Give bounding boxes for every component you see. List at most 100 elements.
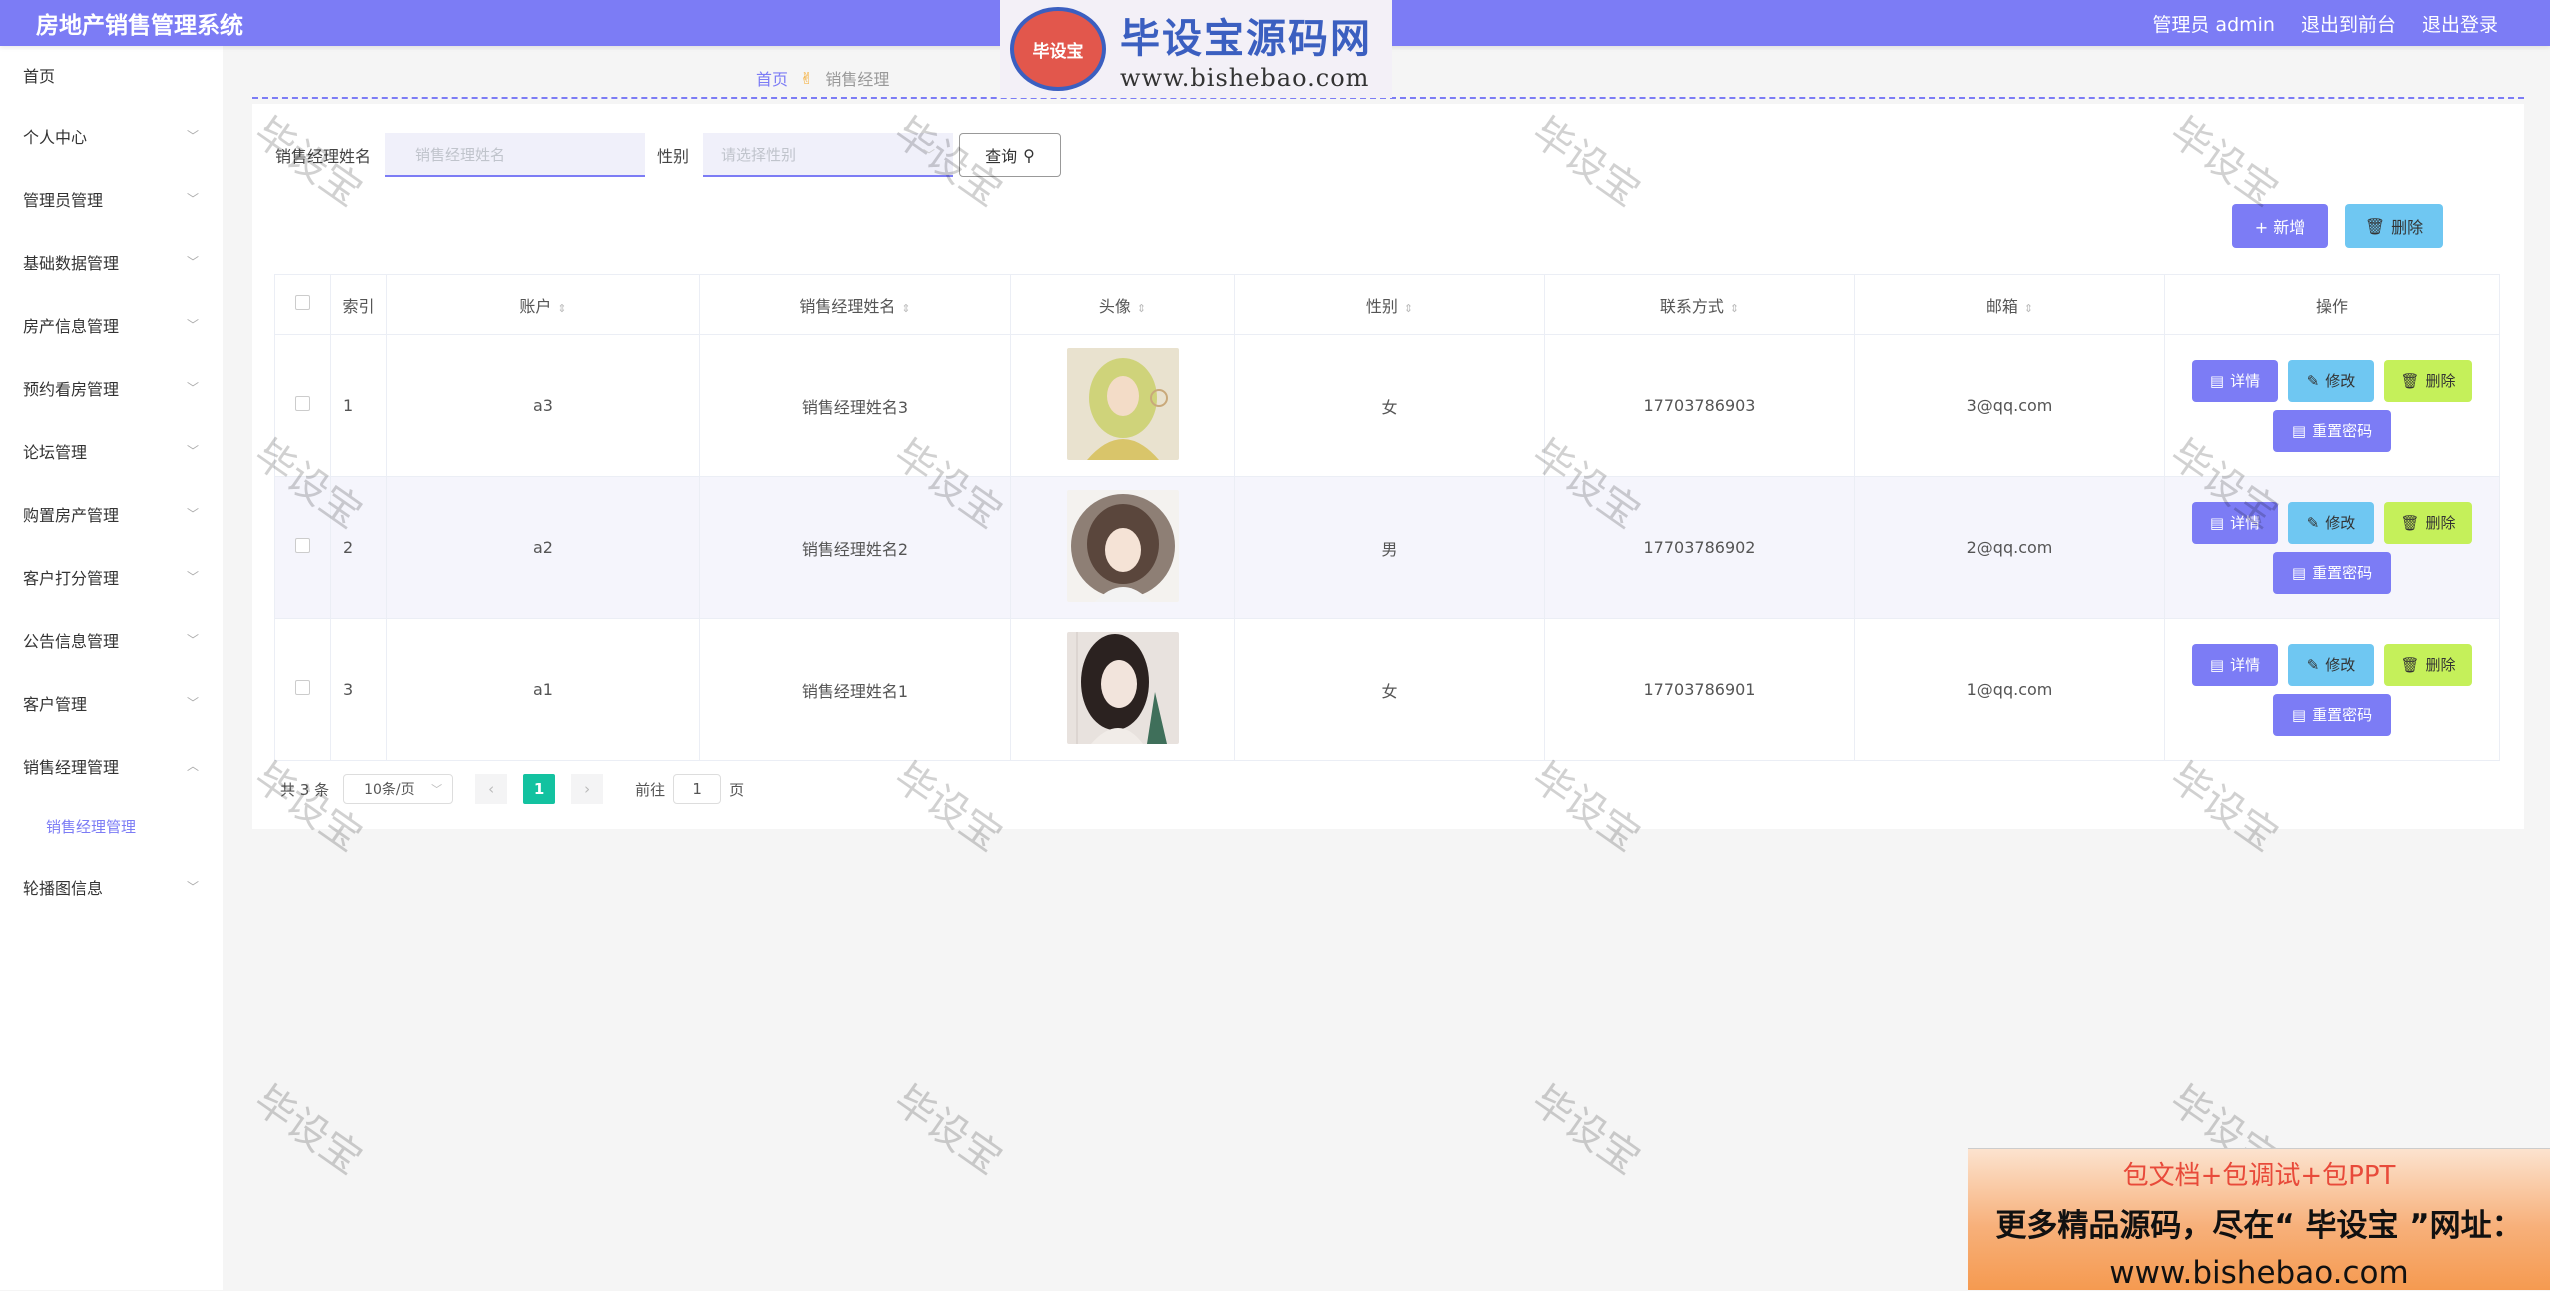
goto-page-input[interactable]: 1 [673, 774, 722, 804]
sidebar-item-forum[interactable]: 论坛管理 ﹀ [0, 419, 223, 482]
app-title: 房地产销售管理系统 [36, 13, 243, 39]
goto-suffix: 页 [729, 780, 745, 799]
sidebar-item-label: 论坛管理 [23, 442, 88, 462]
sidebar-item-label: 管理员管理 [23, 190, 104, 210]
batch-delete-button[interactable]: 🗑 删除 [2345, 204, 2443, 248]
row-checkbox[interactable] [295, 680, 310, 695]
query-button[interactable]: 查询 ⚲ [959, 133, 1062, 177]
chevron-down-icon: ﹀ [186, 444, 199, 458]
page-size-select[interactable]: 10条/页 ﹀ [343, 774, 454, 804]
row-select-cell [274, 618, 331, 761]
avatar[interactable] [1066, 489, 1179, 602]
reset-password-button[interactable]: ▤ 重置密码 [2273, 409, 2391, 452]
sidebar-item-admin[interactable]: 管理员管理 ﹀ [0, 167, 223, 230]
avatar[interactable] [1066, 347, 1179, 460]
col-phone[interactable]: 联系方式 ⇕ [1544, 274, 1855, 335]
sales-manager-table: 索引 账户 ⇕ 销售经理姓名 ⇕ 头像 ⇕ 性别 ⇕ 联系方式 ⇕ 邮箱 ⇕ 操作 1 a3… [274, 274, 2500, 761]
sidebar-item-notice[interactable]: 公告信息管理 ﹀ [0, 608, 223, 671]
delete-button[interactable]: 🗑 删除 [2384, 359, 2472, 402]
detail-button[interactable]: ▤ 详情 [2192, 359, 2278, 402]
sidebar-item-label: 销售经理管理 [23, 757, 120, 777]
search-form: 销售经理姓名 销售经理姓名 性别 请选择性别 ﹀ 查询 ⚲ [275, 133, 1062, 177]
edit-button[interactable]: ✎ 修改 [2288, 643, 2374, 686]
logout-link[interactable]: 退出登录 [2422, 10, 2498, 37]
row-gender: 女 [1234, 618, 1545, 761]
logo-badge: 毕设宝 [1010, 7, 1106, 91]
detail-label: 详情 [2230, 372, 2261, 390]
watermark-text: 毕设宝 [885, 1077, 1011, 1184]
document-icon: ▤ [2291, 421, 2307, 440]
chevron-down-icon: ﹀ [186, 570, 199, 584]
col-phone-label: 联系方式 [1659, 296, 1724, 316]
col-email[interactable]: 邮箱 ⇕ [1854, 274, 2165, 335]
chevron-up-icon: ︿ [186, 759, 199, 773]
select-all-checkbox[interactable] [295, 295, 310, 310]
row-checkbox[interactable] [295, 538, 310, 553]
row-avatar-cell [1010, 618, 1235, 761]
promo-banner[interactable]: 包文档+包调试+包PPT 更多精品源码，尽在“ 毕设宝 ”网址： www.bis… [1968, 1148, 2550, 1291]
sidebar-item-label: 客户管理 [23, 694, 88, 714]
row-checkbox[interactable] [295, 396, 310, 411]
delete-button[interactable]: 🗑 删除 [2384, 643, 2472, 686]
reset-password-button[interactable]: ▤ 重置密码 [2273, 693, 2391, 736]
chevron-down-icon: ﹀ [186, 192, 199, 206]
sidebar-item-rating[interactable]: 客户打分管理 ﹀ [0, 545, 223, 608]
detail-button[interactable]: ▤ 详情 [2192, 501, 2278, 544]
name-search-input[interactable]: 销售经理姓名 [385, 133, 646, 177]
row-index: 2 [330, 476, 387, 619]
chevron-down-icon: ﹀ [186, 880, 199, 894]
sidebar-item-carousel[interactable]: 轮播图信息 ﹀ [0, 855, 223, 918]
breadcrumb-home[interactable]: 首页 [756, 66, 788, 90]
row-actions: ▤ 详情 ✎ 修改 🗑 删除 ▤ 重置密码 [2164, 476, 2500, 619]
edit-button[interactable]: ✎ 修改 [2288, 501, 2374, 544]
col-email-label: 邮箱 [1985, 296, 2018, 316]
chevron-right-icon: › [584, 780, 591, 798]
sort-icon: ⇕ [901, 301, 911, 315]
col-account[interactable]: 账户 ⇕ [386, 274, 700, 335]
search-icon: ⚲ [1023, 145, 1035, 165]
sidebar-item-purchase[interactable]: 购置房产管理 ﹀ [0, 482, 223, 545]
sidebar-item-home[interactable]: 首页 [0, 46, 223, 104]
add-button[interactable]: + 新增 [2232, 204, 2328, 248]
row-account: a3 [386, 334, 700, 477]
pagination-total: 共 3 条 [280, 780, 330, 799]
document-icon: ▤ [2209, 655, 2225, 674]
row-gender: 女 [1234, 334, 1545, 477]
reset-password-button[interactable]: ▤ 重置密码 [2273, 551, 2391, 594]
to-front-link[interactable]: 退出到前台 [2301, 10, 2396, 37]
sidebar-item-customer[interactable]: 客户管理 ﹀ [0, 671, 223, 734]
chevron-down-icon: ﹀ [186, 696, 199, 710]
next-page-button[interactable]: › [571, 774, 604, 804]
row-index: 1 [330, 334, 387, 477]
edit-button[interactable]: ✎ 修改 [2288, 359, 2374, 402]
name-search-label: 销售经理姓名 [275, 147, 372, 166]
trash-icon: 🗑 [2400, 371, 2420, 390]
query-button-label: 查询 [985, 147, 1018, 166]
prev-page-button[interactable]: ‹ [475, 774, 508, 804]
gender-select[interactable]: 请选择性别 ﹀ [703, 133, 954, 177]
sidebar-item-sales-manager[interactable]: 销售经理管理 ︿ [0, 734, 223, 797]
hand-icon: ✌ [800, 68, 814, 88]
col-name[interactable]: 销售经理姓名 ⇕ [699, 274, 1011, 335]
trash-icon: 🗑 [2400, 655, 2420, 674]
col-gender[interactable]: 性别 ⇕ [1234, 274, 1545, 335]
sidebar-item-basic-data[interactable]: 基础数据管理 ﹀ [0, 230, 223, 293]
chevron-down-icon: ﹀ [186, 507, 199, 521]
table-header-row: 索引 账户 ⇕ 销售经理姓名 ⇕ 头像 ⇕ 性别 ⇕ 联系方式 ⇕ 邮箱 ⇕ 操作 [274, 274, 2500, 335]
avatar[interactable] [1066, 631, 1179, 744]
sidebar-item-property[interactable]: 房产信息管理 ﹀ [0, 293, 223, 356]
col-gender-label: 性别 [1365, 296, 1398, 316]
trash-icon: 🗑 [2364, 216, 2386, 236]
col-avatar[interactable]: 头像 ⇕ [1010, 274, 1235, 335]
pencil-icon: ✎ [2306, 371, 2320, 390]
sort-icon: ⇕ [1729, 301, 1740, 315]
sidebar-subitem-sales-manager[interactable]: 销售经理管理 [0, 797, 223, 855]
detail-button[interactable]: ▤ 详情 [2192, 643, 2278, 686]
sidebar-item-personal[interactable]: 个人中心 ﹀ [0, 104, 223, 167]
sidebar-item-viewing[interactable]: 预约看房管理 ﹀ [0, 356, 223, 419]
row-index: 3 [330, 618, 387, 761]
row-phone: 17703786901 [1544, 618, 1855, 761]
page-number-current[interactable]: 1 [523, 774, 556, 804]
gender-select-placeholder: 请选择性别 [721, 145, 797, 164]
delete-button[interactable]: 🗑 删除 [2384, 501, 2472, 544]
